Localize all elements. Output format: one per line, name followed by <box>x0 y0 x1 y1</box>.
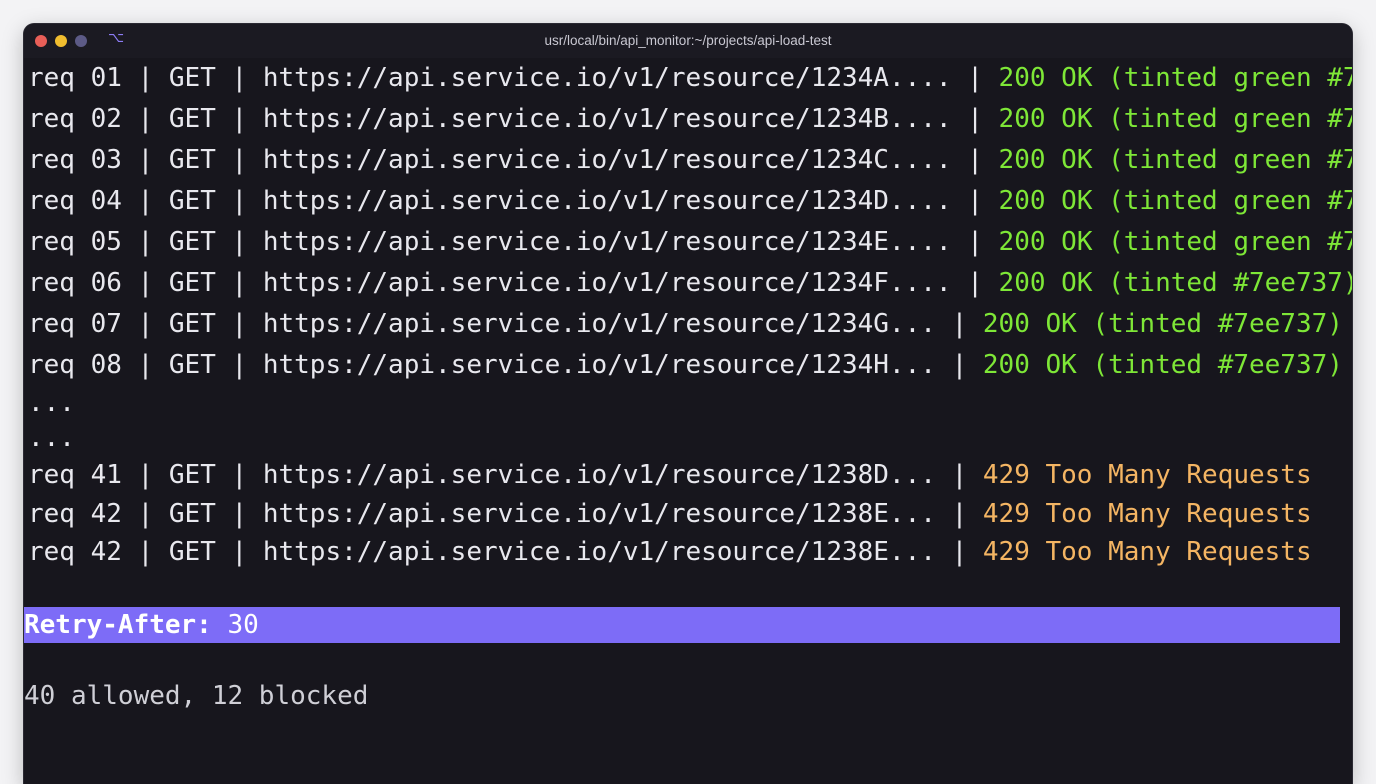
separator: | <box>935 498 983 529</box>
log-line: req 04 | GET | https://api.service.io/v1… <box>28 181 1352 222</box>
log-line: req 02 | GET | https://api.service.io/v1… <box>28 99 1352 140</box>
summary-line: 40 allowed, 12 blocked <box>24 681 369 711</box>
http-method: GET <box>168 460 216 490</box>
request-url: https://api.service.io/v1/resource/1234G… <box>262 309 936 339</box>
separator: | <box>121 268 169 298</box>
separator: | <box>215 460 263 490</box>
separator: | <box>121 63 169 93</box>
response-status: 200 OK (tinted green #7ee737) <box>998 63 1352 93</box>
separator: | <box>215 186 263 216</box>
separator: | <box>121 460 169 490</box>
retry-after-key: Retry-After: <box>24 610 212 640</box>
http-method: GET <box>168 498 216 529</box>
request-id: req 42 <box>28 537 122 567</box>
separator: | <box>215 268 263 298</box>
request-url: https://api.service.io/v1/resource/1234H… <box>262 350 936 380</box>
separator: | <box>215 350 263 380</box>
request-id: req 04 <box>28 186 122 216</box>
separator: | <box>121 186 169 216</box>
request-url: https://api.service.io/v1/resource/1234F… <box>262 268 952 298</box>
response-status: 200 OK (tinted green #7ee737) <box>998 186 1352 216</box>
log-line: req 07 | GET | https://api.service.io/v1… <box>28 304 1348 345</box>
response-status: 200 OK (tinted #7ee737) <box>982 309 1343 339</box>
request-id: req 41 <box>28 460 122 490</box>
request-id: req 03 <box>28 145 122 175</box>
request-id: req 08 <box>28 350 122 380</box>
response-status: 429 Too Many Requests <box>982 460 1312 490</box>
http-method: GET <box>168 104 216 134</box>
separator: | <box>935 350 983 380</box>
ellipsis-line: ... <box>28 388 75 418</box>
request-url: https://api.service.io/v1/resource/1234A… <box>262 63 952 93</box>
log-line: req 03 | GET | https://api.service.io/v1… <box>28 140 1352 181</box>
terminal-window: ⌥ usr/local/bin/api_monitor:~/projects/a… <box>24 24 1352 784</box>
log-line: req 42 | GET | https://api.service.io/v1… <box>28 495 1348 534</box>
separator: | <box>215 104 263 134</box>
separator: | <box>935 309 983 339</box>
request-url: https://api.service.io/v1/resource/1234D… <box>262 186 952 216</box>
log-line: req 41 | GET | https://api.service.io/v1… <box>28 456 1348 495</box>
request-id: req 07 <box>28 309 122 339</box>
request-url: https://api.service.io/v1/resource/1238D… <box>262 460 936 490</box>
log-line: req 01 | GET | https://api.service.io/v1… <box>28 58 1352 99</box>
response-status: 200 OK (tinted green #7ee737) <box>998 227 1352 257</box>
separator: | <box>121 309 169 339</box>
separator: | <box>121 498 169 529</box>
separator: | <box>951 145 999 175</box>
response-status: 429 Too Many Requests <box>982 498 1312 529</box>
separator: | <box>951 227 999 257</box>
terminal-output[interactable]: req 01 | GET | https://api.service.io/v1… <box>28 58 1352 572</box>
http-method: GET <box>168 537 216 567</box>
request-url: https://api.service.io/v1/resource/1234B… <box>262 104 952 134</box>
http-method: GET <box>168 145 216 175</box>
separator: | <box>951 104 999 134</box>
log-line: req 06 | GET | https://api.service.io/v1… <box>28 263 1352 304</box>
http-method: GET <box>168 268 216 298</box>
separator: | <box>951 186 999 216</box>
retry-after-value: 30 <box>211 610 259 640</box>
separator: | <box>215 227 263 257</box>
separator: | <box>121 145 169 175</box>
separator: | <box>215 145 263 175</box>
response-status: 429 Too Many Requests <box>982 537 1312 567</box>
response-status: 200 OK (tinted green #7ee737) <box>998 104 1352 134</box>
request-url: https://api.service.io/v1/resource/1238E… <box>262 537 936 567</box>
http-method: GET <box>168 63 216 93</box>
request-id: req 06 <box>28 268 122 298</box>
http-method: GET <box>168 350 216 380</box>
request-id: req 01 <box>28 63 122 93</box>
separator: | <box>121 104 169 134</box>
response-status: 200 OK (tinted green #7ee737) <box>998 145 1352 175</box>
request-url: https://api.service.io/v1/resource/1234C… <box>262 145 952 175</box>
separator: | <box>121 350 169 380</box>
separator: | <box>215 537 263 567</box>
separator: | <box>935 460 983 490</box>
http-method: GET <box>168 186 216 216</box>
separator: | <box>121 537 169 567</box>
log-line: req 42 | GET | https://api.service.io/v1… <box>28 533 1348 572</box>
separator: | <box>215 63 263 93</box>
http-method: GET <box>168 309 216 339</box>
http-method: GET <box>168 227 216 257</box>
separator: | <box>215 498 263 529</box>
response-status: 200 OK (tinted #7ee737) <box>982 350 1343 380</box>
request-id: req 42 <box>28 498 122 529</box>
separator: | <box>951 63 999 93</box>
title-bar: ⌥ usr/local/bin/api_monitor:~/projects/a… <box>24 24 1352 58</box>
request-url: https://api.service.io/v1/resource/1238E… <box>262 498 936 529</box>
request-url: https://api.service.io/v1/resource/1234E… <box>262 227 952 257</box>
separator: | <box>215 309 263 339</box>
log-line: req 08 | GET | https://api.service.io/v1… <box>28 345 1348 386</box>
request-id: req 02 <box>28 104 122 134</box>
response-status: 200 OK (tinted #7ee737) <box>998 268 1352 298</box>
ellipsis-line: ... <box>28 423 75 453</box>
log-line: req 05 | GET | https://api.service.io/v1… <box>28 222 1352 263</box>
retry-after-banner: Retry-After: 30 <box>24 607 1340 643</box>
window-title: usr/local/bin/api_monitor:~/projects/api… <box>544 33 832 48</box>
separator: | <box>935 537 983 567</box>
separator: | <box>121 227 169 257</box>
request-id: req 05 <box>28 227 122 257</box>
separator: | <box>951 268 999 298</box>
